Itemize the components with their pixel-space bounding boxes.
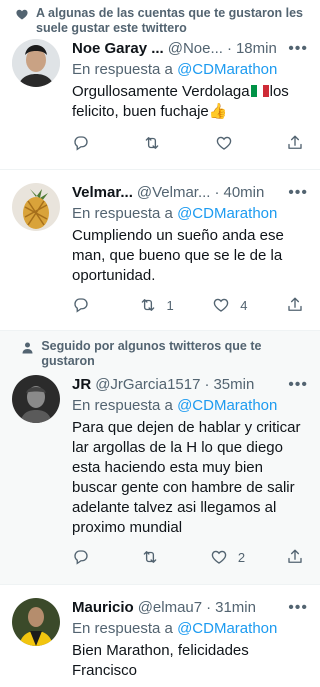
author-handle[interactable]: @Noe... [168,39,223,59]
social-context: A algunas de las cuentas que te gustaron… [12,0,308,36]
timestamp[interactable]: 31min [215,598,256,618]
avatar[interactable] [12,375,60,423]
tweet-text: Bien Marathon, felicidades Francisco [72,642,249,679]
avatar[interactable] [12,39,60,87]
like-icon [210,548,228,566]
retweet-count: 1 [166,297,174,313]
share-button[interactable] [286,296,304,314]
reply-to-link[interactable]: @CDMarathon [177,620,277,637]
tweet-text: Cumpliendo un sueño anda ese man, que bu… [72,227,284,284]
reply-icon [72,296,90,314]
reply-prefix: En respuesta a [72,61,173,78]
separator-dot: · [214,184,220,201]
author-name[interactable]: Velmar... [72,183,133,203]
reply-prefix: En respuesta a [72,397,173,414]
author-handle[interactable]: @elmau7 [138,598,202,618]
separator-dot: · [204,376,210,393]
tweet[interactable]: Seguido por algunos twitteros que te gus… [0,331,320,585]
social-context-text: A algunas de las cuentas que te gustaron… [36,6,303,35]
italy-flag-icon [250,83,269,97]
separator-dot: · [226,40,232,57]
reply-prefix: En respuesta a [72,205,173,222]
more-options-icon[interactable]: ••• [282,598,308,618]
like-count: 4 [240,297,248,313]
retweet-button[interactable] [143,134,171,152]
reply-to-link[interactable]: @CDMarathon [177,205,277,222]
retweet-button[interactable]: 1 [139,296,174,314]
like-count: 2 [237,549,246,565]
author-name[interactable]: Noe Garay ... [72,39,164,59]
reply-context: En respuesta a @CDMarathon [72,619,308,639]
like-button[interactable]: 4 [212,296,247,314]
avatar[interactable] [12,598,60,646]
timestamp[interactable]: 35min [213,375,254,395]
reply-to-link[interactable]: @CDMarathon [177,397,277,414]
author-name[interactable]: JR [72,375,91,395]
like-icon [215,134,233,152]
thumbs-up-icon: 👍 [208,103,228,120]
author-handle[interactable]: @Velmar... [137,183,211,203]
social-context-text: Seguido por algunos twitteros que te gus… [41,339,262,368]
retweet-icon [141,548,159,566]
tweet[interactable]: Velmar... @Velmar... · 40min ••• En resp… [0,170,320,331]
reply-context: En respuesta a @CDMarathon [72,204,308,224]
author-name[interactable]: Mauricio [72,598,134,618]
share-icon [286,134,304,152]
share-button[interactable] [286,548,304,566]
separator-dot: · [206,599,212,616]
share-icon [286,296,304,314]
reply-to-link[interactable]: @CDMarathon [177,61,277,78]
avatar[interactable] [12,183,60,231]
reply-context: En respuesta a @CDMarathon [72,396,308,416]
more-options-icon[interactable]: ••• [282,183,308,203]
person-icon [16,339,33,358]
timestamp[interactable]: 18min [236,39,277,59]
retweet-icon [143,134,161,152]
more-options-icon[interactable]: ••• [282,375,308,395]
reply-button[interactable] [72,296,100,314]
like-icon [212,296,230,314]
share-icon [286,548,304,566]
reply-context: En respuesta a @CDMarathon [72,60,308,80]
reply-icon [72,134,90,152]
tweet-text: Orgullosamente Verdolaga los felicito, bu… [72,82,308,122]
tweet[interactable]: Mauricio @elmau7 · 31min ••• En respuest… [0,585,320,687]
timestamp[interactable]: 40min [223,183,264,203]
author-handle[interactable]: @JrGarcia1517 [95,375,200,395]
heart-icon [16,6,28,24]
more-options-icon[interactable]: ••• [282,39,308,59]
tweet-text-part: Orgullosamente Verdolaga [72,83,250,100]
reply-icon [72,548,90,566]
retweet-icon [139,296,157,314]
like-button[interactable] [215,134,243,152]
reply-prefix: En respuesta a [72,620,173,637]
like-button[interactable]: 2 [210,548,245,566]
share-button[interactable] [286,134,304,152]
reply-button[interactable] [72,134,100,152]
tweet-text: Para que dejen de hablar y criticar lar … [72,419,301,536]
reply-button[interactable] [72,548,100,566]
retweet-button[interactable] [141,548,169,566]
tweet[interactable]: A algunas de las cuentas que te gustaron… [0,0,320,170]
social-context: Seguido por algunos twitteros que te gus… [12,331,308,369]
